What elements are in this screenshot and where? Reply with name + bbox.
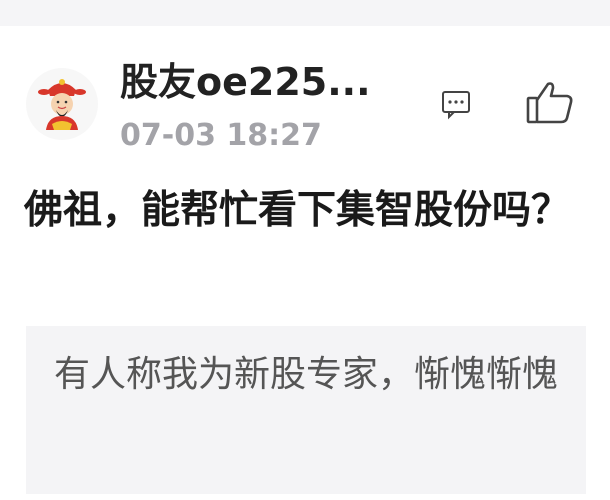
comment-icon xyxy=(442,91,470,120)
avatar[interactable] xyxy=(26,68,98,140)
quoted-reply-text: 有人称我为新股专家，惭愧惭愧 xyxy=(54,354,559,395)
comment-button[interactable] xyxy=(440,88,472,120)
top-divider-strip xyxy=(0,0,610,26)
post-content: 佛祖，能帮忙看下集智股份吗？ xyxy=(24,188,571,233)
thumbs-up-icon xyxy=(526,82,573,124)
quoted-reply-box[interactable]: 有人称我为新股专家，惭愧惭愧 xyxy=(26,326,586,494)
caishen-avatar-icon xyxy=(38,79,86,130)
post-timestamp: 07-03 18:27 xyxy=(120,118,322,153)
username[interactable]: 股友oe225... xyxy=(120,56,371,108)
like-button[interactable] xyxy=(524,78,576,126)
